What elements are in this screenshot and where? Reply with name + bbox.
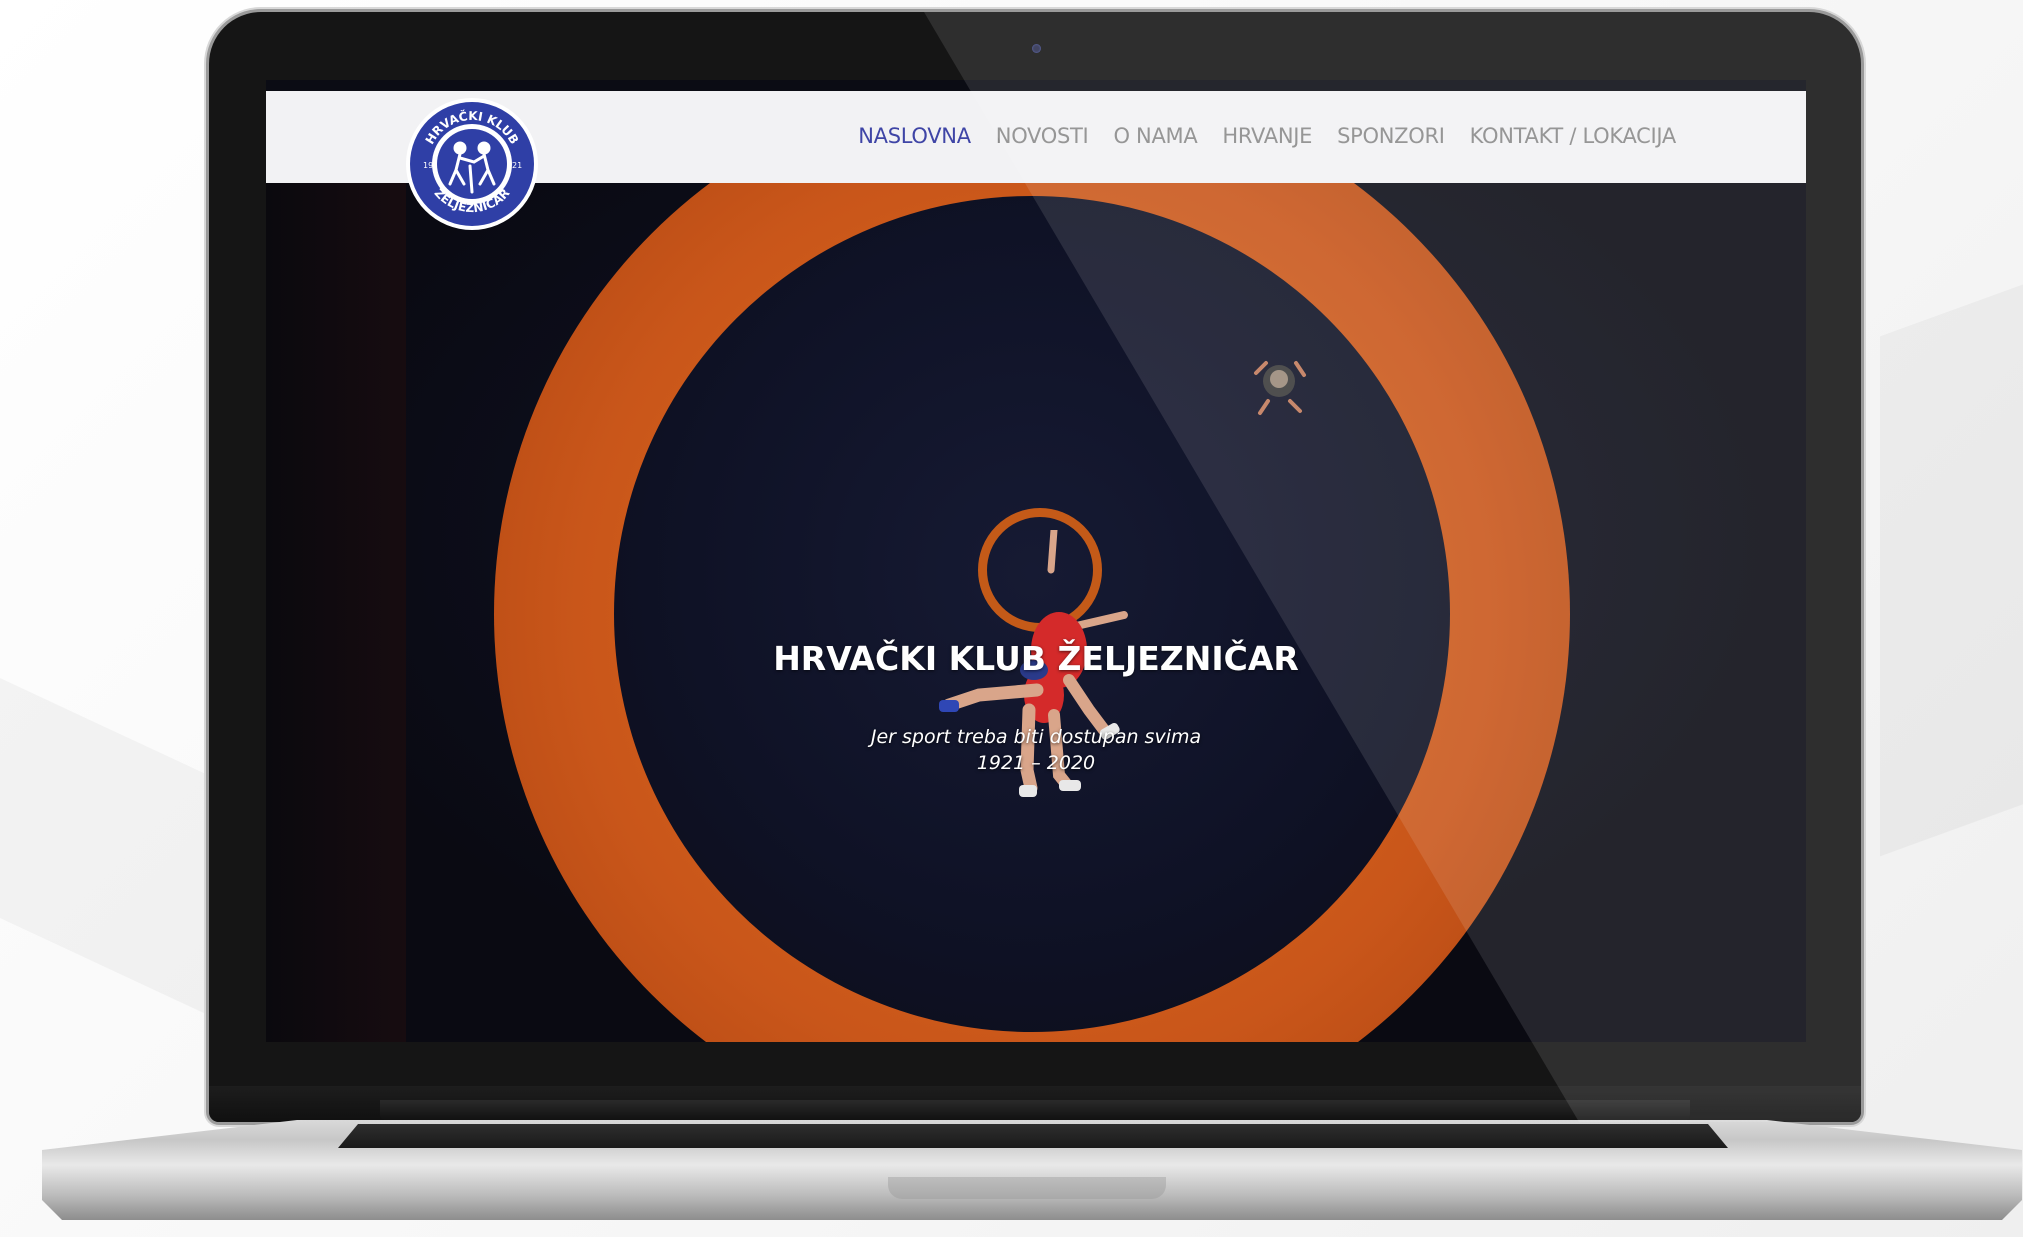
mockup-stage: HRVAČKI KLUB ŽELJEZNIČAR Jer sport treba… xyxy=(0,0,2023,1237)
background-facet xyxy=(1880,264,2023,857)
hero-title: HRVAČKI KLUB ŽELJEZNIČAR xyxy=(773,639,1299,678)
logo-year-left: 19 xyxy=(423,161,433,170)
laptop-hinge xyxy=(380,1100,1690,1120)
hero-shadow xyxy=(266,171,406,1042)
keyboard-strip xyxy=(338,1124,1728,1148)
hero-years: 1921 – 2020 xyxy=(976,752,1096,774)
referee-figure xyxy=(1254,361,1306,415)
background-facet xyxy=(0,659,220,1020)
hero-section: HRVAČKI KLUB ŽELJEZNIČAR Jer sport treba… xyxy=(266,171,1806,1042)
hero-subtitle: Jer sport treba biti dostupan svima xyxy=(870,726,1202,748)
nav-item-hrvanje[interactable]: HRVANJE xyxy=(1222,124,1312,148)
nav-item-o-nama[interactable]: O NAMA xyxy=(1113,124,1197,148)
laptop-lid: HRVAČKI KLUB ŽELJEZNIČAR Jer sport treba… xyxy=(209,12,1861,1122)
nav-item-sponzori[interactable]: SPONZORI xyxy=(1337,124,1445,148)
main-nav: NASLOVNA NOVOSTI O NAMA HRVANJE SPONZORI… xyxy=(833,124,1676,148)
nav-item-naslovna[interactable]: NASLOVNA xyxy=(858,124,971,148)
laptop-screen: HRVAČKI KLUB ŽELJEZNIČAR Jer sport treba… xyxy=(266,80,1806,1042)
logo-year-right: 21 xyxy=(512,161,522,170)
camera-icon xyxy=(1032,44,1041,53)
trackpad-notch xyxy=(888,1177,1166,1199)
nav-item-kontakt[interactable]: KONTAKT / LOKACIJA xyxy=(1470,124,1677,148)
nav-item-novosti[interactable]: NOVOSTI xyxy=(996,124,1089,148)
club-logo[interactable]: HRVAČKI KLUB ŽELJEZNIČAR 19 21 xyxy=(404,96,540,232)
